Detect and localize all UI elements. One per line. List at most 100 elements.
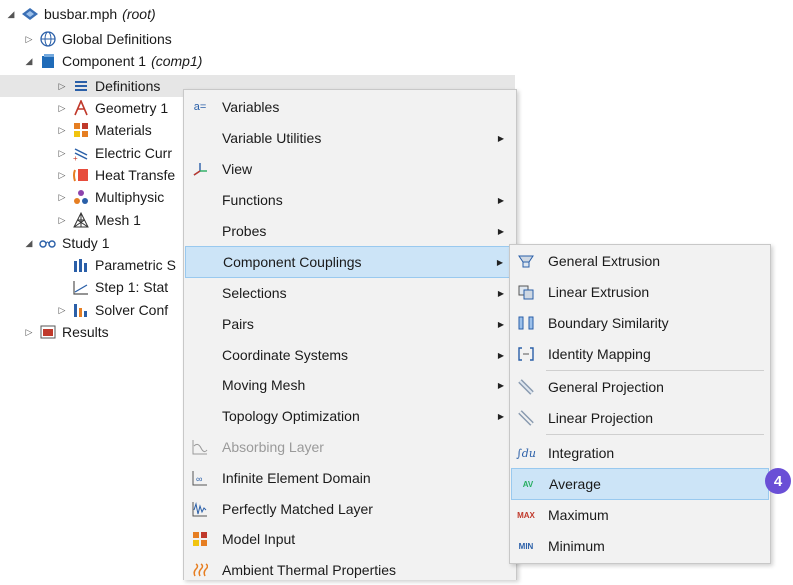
tree-node-electric-currents[interactable]: ▷ + Electric Curr xyxy=(55,142,172,164)
submenu-item-linear-extrusion[interactable]: Linear Extrusion xyxy=(510,277,770,307)
tree-node-solver-configurations[interactable]: ▷ Solver Conf xyxy=(55,299,169,321)
tree-label: Step 1: Stat xyxy=(95,279,169,295)
infinite-element-icon: ∞ xyxy=(190,468,210,488)
average-icon: AV xyxy=(522,479,534,489)
menu-item-topology-optimization[interactable]: Topology Optimization ▶ xyxy=(184,401,516,431)
general-extrusion-icon xyxy=(516,251,536,271)
menu-item-model-input[interactable]: Model Input xyxy=(184,524,516,554)
tree-label: Electric Curr xyxy=(95,145,173,161)
parametric-sweep-icon xyxy=(72,257,90,273)
submenu-item-identity-mapping[interactable]: Identity Mapping xyxy=(510,339,770,369)
tree-label: Results xyxy=(62,324,109,340)
results-icon xyxy=(39,324,57,340)
expanded-arrow-icon[interactable]: ◢ xyxy=(22,56,36,67)
tree-node-step-1[interactable]: Step 1: Stat xyxy=(55,276,168,298)
tree-node-geometry[interactable]: ▷ Geometry 1 xyxy=(55,97,168,119)
stationary-step-icon xyxy=(72,279,90,295)
comsol-model-icon xyxy=(21,6,39,22)
menu-item-perfectly-matched-layer[interactable]: Perfectly Matched Layer xyxy=(184,494,516,524)
globe-icon xyxy=(39,31,57,47)
collapsed-arrow-icon[interactable]: ▷ xyxy=(55,170,69,181)
submenu-arrow-icon: ▶ xyxy=(497,133,504,143)
view-axes-icon xyxy=(190,159,210,179)
submenu-arrow-icon: ▶ xyxy=(496,257,503,267)
submenu-arrow-icon: ▶ xyxy=(497,380,504,390)
submenu-item-general-extrusion[interactable]: General Extrusion xyxy=(510,246,770,276)
linear-projection-icon xyxy=(516,408,536,428)
tree-node-results[interactable]: ▷ Results xyxy=(22,321,109,343)
tree-node-materials[interactable]: ▷ Materials xyxy=(55,119,152,141)
menu-item-variables[interactable]: a= Variables xyxy=(184,92,516,122)
submenu-separator xyxy=(546,370,764,371)
tree-label: Study 1 xyxy=(62,235,110,251)
collapsed-arrow-icon[interactable]: ▷ xyxy=(55,148,69,159)
menu-item-infinite-element-domain[interactable]: ∞ Infinite Element Domain xyxy=(184,463,516,493)
menu-item-coordinate-systems[interactable]: Coordinate Systems ▶ xyxy=(184,340,516,370)
boundary-similarity-icon xyxy=(516,313,536,333)
tree-node-component-1[interactable]: ◢ Component 1 (comp1) xyxy=(22,50,203,72)
tree-node-global-definitions[interactable]: ▷ Global Definitions xyxy=(22,28,172,50)
collapsed-arrow-icon[interactable]: ▷ xyxy=(22,327,36,338)
submenu-separator xyxy=(546,434,764,435)
svg-text:∞: ∞ xyxy=(196,474,202,484)
submenu-item-maximum[interactable]: MAX Maximum xyxy=(510,500,770,530)
tree-node-heat-transfer[interactable]: ▷ Heat Transfe xyxy=(55,164,176,186)
collapsed-arrow-icon[interactable]: ▷ xyxy=(55,305,69,316)
tree-label: Mesh 1 xyxy=(95,212,141,228)
tree-node-study-1[interactable]: ◢ Study 1 xyxy=(22,232,110,254)
menu-item-component-couplings[interactable]: Component Couplings ▶ xyxy=(185,246,515,278)
submenu-item-boundary-similarity[interactable]: Boundary Similarity xyxy=(510,308,770,338)
tree-label: Materials xyxy=(95,122,152,138)
tree-label: Definitions xyxy=(95,78,161,94)
tree-node-multiphysics[interactable]: ▷ Multiphysic xyxy=(55,186,165,208)
submenu-arrow-icon: ▶ xyxy=(497,411,504,421)
collapsed-arrow-icon[interactable]: ▷ xyxy=(55,103,69,114)
menu-item-pairs[interactable]: Pairs ▶ xyxy=(184,309,516,339)
model-input-icon xyxy=(190,529,210,549)
submenu-item-linear-projection[interactable]: Linear Projection xyxy=(510,403,770,433)
multiphysics-icon xyxy=(72,189,90,205)
tree-tag: (root) xyxy=(122,6,156,22)
context-menu: a= Variables Variable Utilities ▶ View F… xyxy=(183,89,517,580)
tree-label: Heat Transfe xyxy=(95,167,176,183)
submenu-item-minimum[interactable]: MIN Minimum xyxy=(510,531,770,561)
mesh-icon xyxy=(72,212,90,228)
submenu-arrow-icon: ▶ xyxy=(497,350,504,360)
menu-item-view[interactable]: View xyxy=(184,154,516,184)
tree-label: busbar.mph xyxy=(44,6,118,22)
perfectly-matched-layer-icon xyxy=(190,499,210,519)
menu-item-selections[interactable]: Selections ▶ xyxy=(184,278,516,308)
menu-item-moving-mesh[interactable]: Moving Mesh ▶ xyxy=(184,370,516,400)
component-couplings-submenu: General Extrusion Linear Extrusion Bound… xyxy=(509,244,771,564)
tree-label: Parametric S xyxy=(95,257,176,273)
variables-icon: a= xyxy=(193,101,207,113)
collapsed-arrow-icon[interactable]: ▷ xyxy=(55,81,69,92)
menu-item-absorbing-layer[interactable]: Absorbing Layer xyxy=(184,432,516,462)
component-icon xyxy=(39,53,57,69)
submenu-item-integration[interactable]: ∫du Integration xyxy=(510,438,770,468)
submenu-item-average[interactable]: AV Average xyxy=(511,468,769,500)
tree-node-mesh[interactable]: ▷ Mesh 1 xyxy=(55,209,141,231)
step-number-badge: 4 xyxy=(765,468,791,494)
submenu-arrow-icon: ▶ xyxy=(497,288,504,298)
tree-node-root[interactable]: ◢ busbar.mph (root) xyxy=(4,3,156,25)
svg-text:+: + xyxy=(73,154,78,161)
collapsed-arrow-icon[interactable]: ▷ xyxy=(55,125,69,136)
menu-item-ambient-thermal-properties[interactable]: Ambient Thermal Properties xyxy=(184,555,516,585)
menu-item-probes[interactable]: Probes ▶ xyxy=(184,216,516,246)
submenu-arrow-icon: ▶ xyxy=(497,226,504,236)
menu-item-variable-utilities[interactable]: Variable Utilities ▶ xyxy=(184,123,516,153)
solver-configurations-icon xyxy=(72,302,90,318)
submenu-arrow-icon: ▶ xyxy=(497,195,504,205)
tree-node-parametric-sweep[interactable]: Parametric S xyxy=(55,254,176,276)
submenu-item-general-projection[interactable]: General Projection xyxy=(510,372,770,402)
expanded-arrow-icon[interactable]: ◢ xyxy=(22,238,36,249)
expanded-arrow-icon[interactable]: ◢ xyxy=(4,9,18,20)
collapsed-arrow-icon[interactable]: ▷ xyxy=(22,34,36,45)
menu-item-functions[interactable]: Functions ▶ xyxy=(184,185,516,215)
collapsed-arrow-icon[interactable]: ▷ xyxy=(55,215,69,226)
identity-mapping-icon xyxy=(516,344,536,364)
study-icon xyxy=(39,235,57,251)
heat-transfer-icon xyxy=(72,167,90,183)
collapsed-arrow-icon[interactable]: ▷ xyxy=(55,192,69,203)
